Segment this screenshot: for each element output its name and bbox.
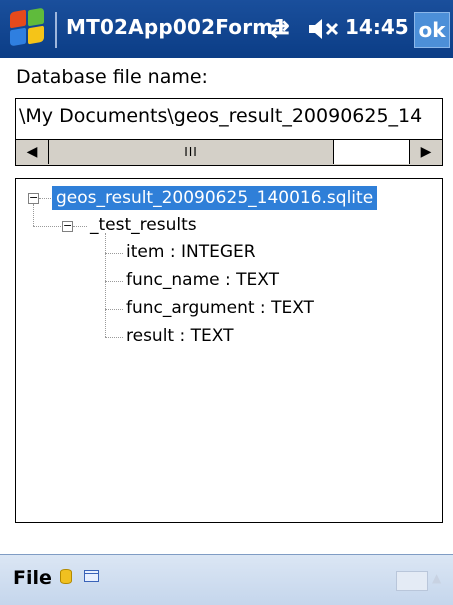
database-path-value[interactable]: \My Documents\geos_result_20090625_14 xyxy=(19,105,422,127)
scroll-track[interactable]: III xyxy=(49,140,409,164)
collapse-root-icon[interactable]: − xyxy=(28,192,39,204)
scroll-left-button[interactable]: ◀ xyxy=(16,140,49,164)
column-type: TEXT xyxy=(271,298,314,318)
file-menu[interactable]: File xyxy=(13,567,52,589)
tree-connector xyxy=(105,281,123,282)
clock-time[interactable]: 14:45 xyxy=(345,15,409,39)
collapse-table-icon[interactable]: − xyxy=(62,220,73,232)
tree-connector xyxy=(105,233,106,337)
column-type: TEXT xyxy=(190,326,234,346)
tree-connector xyxy=(105,253,123,254)
tree-root-database[interactable]: geos_result_20090625_140016.sqlite xyxy=(52,186,378,210)
database-icon[interactable] xyxy=(60,569,72,584)
tree-connector xyxy=(73,226,87,227)
column-type: INTEGER xyxy=(180,242,256,262)
connectivity-icon[interactable]: ⇄ xyxy=(270,16,300,42)
horizontal-scrollbar[interactable]: ◀ III ▶ xyxy=(16,139,442,165)
tree-column-node[interactable]: func_argument : TEXT xyxy=(126,298,314,318)
column-name: func_name xyxy=(126,270,220,290)
database-file-label: Database file name: xyxy=(16,66,208,88)
scroll-right-button[interactable]: ▶ xyxy=(409,140,442,164)
column-type: TEXT xyxy=(236,270,279,290)
database-path-textbox[interactable]: \My Documents\geos_result_20090625_14 ◀ … xyxy=(15,98,443,166)
tree-column-node[interactable]: item : INTEGER xyxy=(126,242,256,262)
volume-muted-icon[interactable] xyxy=(307,15,341,43)
column-name: result xyxy=(126,326,175,346)
menu-bar: File ▲ xyxy=(0,554,453,605)
tree-column-node[interactable]: result : TEXT xyxy=(126,326,234,346)
tree-connector xyxy=(105,337,123,338)
windows-start-icon[interactable] xyxy=(10,7,46,47)
tree-table-node[interactable]: _test_results xyxy=(90,215,197,235)
tree-connector xyxy=(105,309,123,310)
tree-column-node[interactable]: func_name : TEXT xyxy=(126,270,279,290)
tree-connector xyxy=(33,204,34,226)
title-bar: MT02App002Form1 ⇄ 14:45 ok xyxy=(0,0,453,58)
column-name: func_argument xyxy=(126,298,255,318)
schema-tree-view[interactable]: − geos_result_20090625_140016.sqlite − _… xyxy=(15,178,443,523)
column-name: item xyxy=(126,242,165,262)
scroll-thumb[interactable]: III xyxy=(49,140,334,164)
keyboard-icon[interactable] xyxy=(396,571,428,591)
ok-button[interactable]: ok xyxy=(414,12,450,48)
input-panel-arrow-icon[interactable]: ▲ xyxy=(432,571,441,585)
app-title: MT02App002Form1 xyxy=(66,15,288,39)
title-separator xyxy=(55,12,57,48)
tree-connector xyxy=(33,226,61,227)
table-icon[interactable] xyxy=(84,570,99,582)
tree-connector xyxy=(39,198,51,199)
